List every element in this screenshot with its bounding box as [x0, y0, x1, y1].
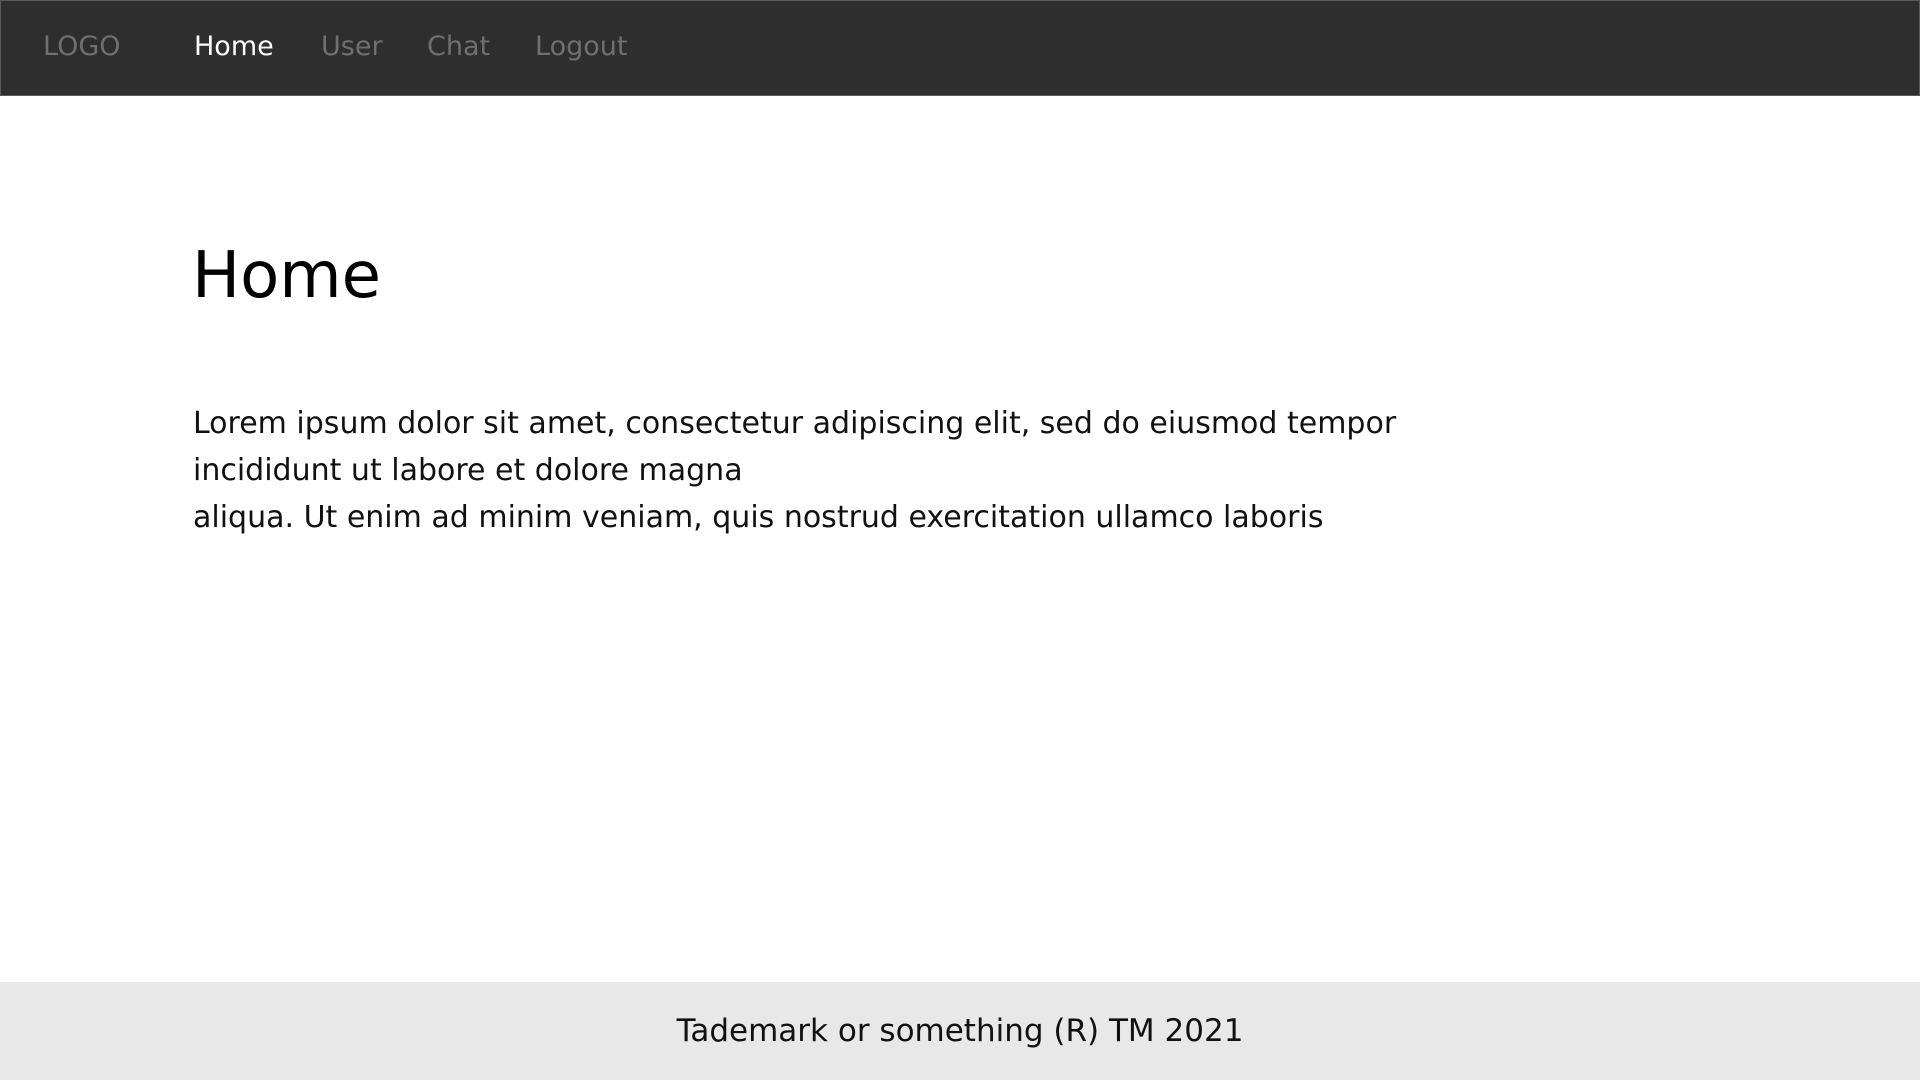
content-line: Lorem ipsum dolor sit amet, consectetur … — [193, 406, 1397, 441]
page-title: Home — [192, 239, 381, 313]
navbar: LOGO Home User Chat Logout — [0, 0, 1920, 96]
nav-chat[interactable]: Chat — [427, 29, 490, 65]
content: Lorem ipsum dolor sit amet, consectetur … — [193, 400, 1493, 541]
nav-user[interactable]: User — [321, 29, 383, 65]
nav-logout[interactable]: Logout — [535, 29, 627, 65]
nav-home[interactable]: Home — [194, 29, 274, 65]
footer: Tademark or something (R) TM 2021 — [0, 982, 1920, 1080]
content-line: aliqua. Ut enim ad minim veniam, quis no… — [193, 500, 1324, 535]
footer-text: Tademark or something (R) TM 2021 — [676, 1013, 1244, 1049]
content-line: incididunt ut labore et dolore magna — [193, 453, 743, 488]
logo[interactable]: LOGO — [43, 29, 121, 65]
